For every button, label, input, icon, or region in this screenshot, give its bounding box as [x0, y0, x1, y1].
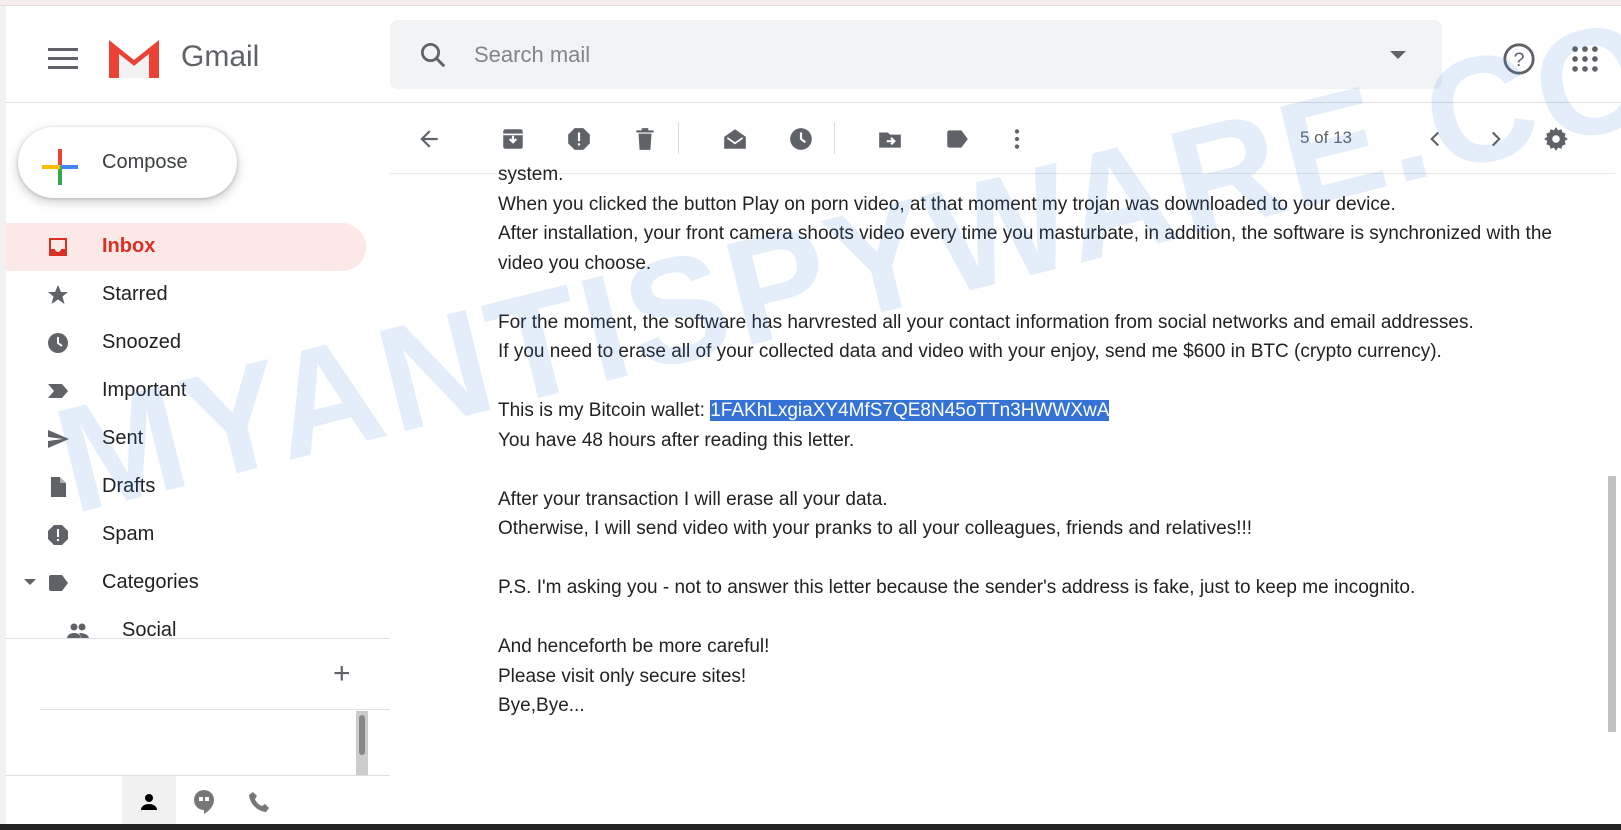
toolbar-divider — [834, 122, 835, 154]
search-input[interactable]: Search mail — [474, 42, 590, 68]
sidebar-item-sent[interactable]: Sent — [6, 415, 366, 463]
draft-icon — [51, 477, 66, 497]
email-line: P.S. I'm asking you - not to answer this… — [498, 577, 1416, 598]
hangouts-icon — [194, 790, 214, 814]
sidebar-item-label: Categories — [102, 571, 199, 593]
archive-icon[interactable] — [500, 126, 526, 152]
expand-caret-icon[interactable] — [24, 579, 36, 585]
sidebar-item-categories[interactable]: Categories — [6, 559, 366, 607]
apps-grid-icon[interactable] — [1568, 42, 1602, 76]
inbox-icon — [49, 238, 67, 256]
email-line — [498, 455, 1598, 485]
email-line: And henceforth be more careful! — [498, 636, 770, 657]
email-line: When you clicked the button Play on porn… — [498, 193, 1396, 215]
sidebar-item-drafts[interactable]: Drafts — [6, 463, 366, 511]
email-line — [498, 603, 1598, 633]
sidebar-item-label: Starred — [102, 283, 168, 305]
send-icon — [48, 430, 69, 448]
compose-button[interactable]: Compose — [18, 127, 237, 198]
message-count: 5 of 13 — [1300, 128, 1352, 147]
app-name: Gmail — [181, 40, 260, 73]
more-options-icon[interactable] — [1004, 126, 1030, 152]
compose-plus-icon — [42, 149, 78, 185]
person-icon — [141, 794, 157, 810]
label-icon — [49, 575, 68, 591]
email-line — [498, 278, 1598, 308]
taskbar-edge — [0, 824, 1621, 830]
toolbar-divider — [678, 122, 679, 154]
sidebar-item-spam[interactable]: Spam — [6, 511, 366, 559]
snooze-icon[interactable] — [788, 126, 814, 152]
help-icon[interactable]: ? — [1502, 42, 1536, 76]
spam-icon — [48, 525, 68, 545]
gmail-logo[interactable] — [105, 36, 163, 80]
email-line: For the moment, the software has harvres… — [498, 311, 1474, 333]
email-line: After installation, your front camera sh… — [498, 223, 1558, 274]
add-label-button[interactable]: + — [333, 659, 351, 689]
hangouts-scrollbar[interactable] — [356, 711, 368, 775]
email-line: Otherwise, I will send video with your p… — [498, 518, 1253, 539]
contacts-tab[interactable] — [122, 776, 176, 828]
email-line: If you need to erase all of your collect… — [498, 341, 1442, 362]
email-line: system. — [498, 164, 564, 185]
wallet-prefix: This is my Bitcoin wallet: — [498, 400, 711, 421]
hangouts-panel: + — [6, 638, 390, 828]
email-scrollbar[interactable] — [1608, 176, 1618, 736]
chevron-left-icon[interactable] — [1422, 126, 1448, 152]
settings-gear-icon[interactable] — [1543, 126, 1569, 152]
compose-label: Compose — [102, 151, 188, 173]
main-menu-button[interactable] — [48, 48, 78, 70]
sidebar-item-snoozed[interactable]: Snoozed — [6, 319, 366, 367]
sidebar-item-important[interactable]: Important — [6, 367, 366, 415]
sidebar-item-label: Snoozed — [102, 331, 181, 353]
chevron-right-icon[interactable] — [1483, 126, 1509, 152]
header: Gmail Search mail ? — [6, 6, 1621, 103]
sidebar-item-label: Sent — [102, 427, 144, 449]
bitcoin-wallet-selected[interactable]: 1FAKhLxgiaXY4MfS7QE8N45oTTn3HWWXwA — [710, 400, 1110, 421]
back-arrow-icon[interactable] — [416, 126, 442, 152]
mark-unread-icon[interactable] — [722, 126, 748, 152]
sidebar-item-inbox[interactable]: Inbox — [6, 223, 366, 271]
hangouts-tab[interactable] — [177, 776, 231, 828]
sidebar-item-starred[interactable]: Starred — [6, 271, 366, 319]
hangouts-tabs — [6, 775, 390, 829]
sidebar-item-label: Spam — [102, 523, 155, 545]
label-icon[interactable] — [944, 126, 970, 152]
svg-text:?: ? — [1513, 49, 1524, 71]
wallet-line: This is my Bitcoin wallet: 1FAKhLxgiaXY4… — [498, 396, 1598, 426]
report-spam-icon[interactable] — [566, 126, 592, 152]
email-body: system. When you clicked the button Play… — [498, 160, 1598, 820]
sidebar-item-label: Drafts — [102, 475, 156, 497]
search-bar[interactable]: Search mail — [390, 20, 1442, 89]
sidebar-nav: Inbox Starred Snoozed Important Sent Dra… — [6, 223, 390, 655]
clock-icon — [48, 333, 68, 353]
sidebar: Compose Inbox Starred Snoozed Important … — [6, 104, 390, 828]
search-icon[interactable] — [418, 40, 448, 70]
phone-tab[interactable] — [232, 776, 286, 828]
search-options-icon[interactable] — [1390, 51, 1406, 59]
email-line: Bye,Bye... — [498, 695, 585, 716]
email-line — [498, 544, 1598, 574]
delete-icon[interactable] — [632, 126, 658, 152]
sidebar-item-label: Inbox — [102, 235, 156, 257]
email-line: You have 48 hours after reading this let… — [498, 429, 855, 451]
star-icon — [48, 285, 68, 304]
important-icon — [48, 384, 68, 398]
move-to-icon[interactable] — [877, 126, 903, 152]
divider — [40, 709, 390, 710]
email-line — [498, 367, 1598, 397]
email-line: After your transaction I will erase all … — [498, 488, 888, 510]
email-line: Please visit only secure sites! — [498, 665, 747, 687]
sidebar-item-label: Important — [102, 379, 187, 401]
phone-icon — [249, 792, 269, 812]
